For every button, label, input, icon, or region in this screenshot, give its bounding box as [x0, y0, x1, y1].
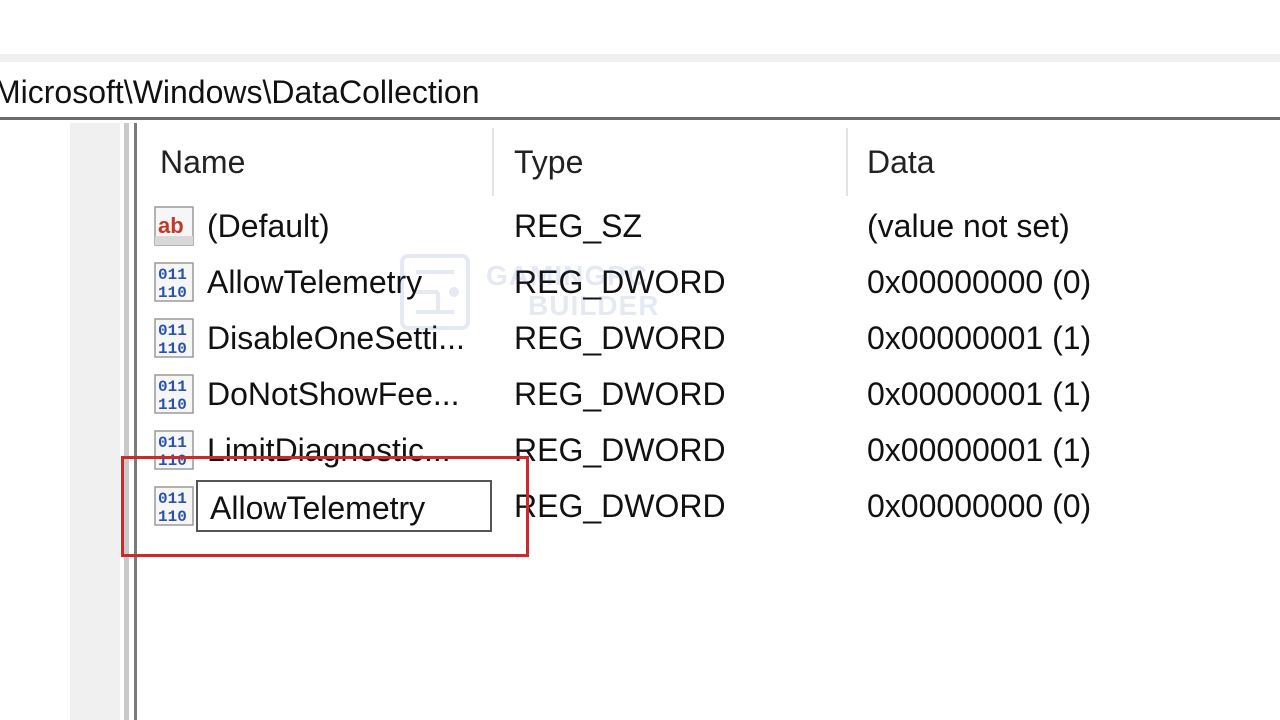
tree-pane-strip	[70, 123, 120, 720]
svg-text:ab: ab	[158, 213, 184, 238]
column-header-name[interactable]: Name	[160, 140, 245, 184]
svg-text:110: 110	[158, 284, 187, 302]
highlight-box	[121, 456, 529, 557]
value-type: REG_DWORD	[514, 432, 726, 468]
value-name: (Default)	[207, 208, 330, 244]
column-header-type[interactable]: Type	[514, 140, 583, 184]
value-data: 0x00000001 (1)	[867, 432, 1092, 468]
watermark: GAMINGPC BUILDER	[398, 252, 668, 332]
toolbar-divider	[0, 54, 1280, 62]
string-value-icon: ab	[154, 206, 194, 246]
address-path[interactable]: Microsoft\Windows\DataCollection	[0, 70, 480, 114]
svg-text:011: 011	[158, 378, 187, 396]
value-name: AllowTelemetry	[207, 264, 423, 300]
value-data: 0x00000001 (1)	[867, 320, 1092, 356]
svg-text:011: 011	[158, 322, 187, 340]
column-divider[interactable]	[492, 128, 494, 196]
table-row[interactable]: 011 110 DoNotShowFee... REG_DWORD 0x0000…	[150, 368, 1150, 424]
dword-value-icon: 011 110	[154, 262, 194, 302]
watermark-line-1: GAMINGPC	[486, 260, 648, 291]
watermark-line-2: BUILDER	[528, 290, 660, 321]
value-data: (value not set)	[867, 208, 1070, 244]
value-type: REG_DWORD	[514, 376, 726, 412]
column-divider[interactable]	[846, 128, 848, 196]
svg-text:110: 110	[158, 396, 187, 414]
value-data: 0x00000000 (0)	[867, 264, 1092, 300]
value-data: 0x00000000 (0)	[867, 488, 1092, 524]
dword-value-icon: 011 110	[154, 374, 194, 414]
value-type: REG_DWORD	[514, 488, 726, 524]
tree-pane[interactable]	[0, 123, 70, 720]
top-band	[0, 0, 1280, 54]
column-header-data[interactable]: Data	[867, 140, 935, 184]
watermark-logo-icon	[400, 254, 470, 330]
value-type: REG_SZ	[514, 208, 643, 244]
svg-text:011: 011	[158, 434, 187, 452]
svg-text:110: 110	[158, 340, 187, 358]
dword-value-icon: 011 110	[154, 318, 194, 358]
value-data: 0x00000001 (1)	[867, 376, 1092, 412]
svg-text:011: 011	[158, 266, 187, 284]
value-name: DoNotShowFee...	[207, 376, 460, 412]
table-row[interactable]: ab (Default) REG_SZ (value not set)	[150, 200, 1150, 256]
